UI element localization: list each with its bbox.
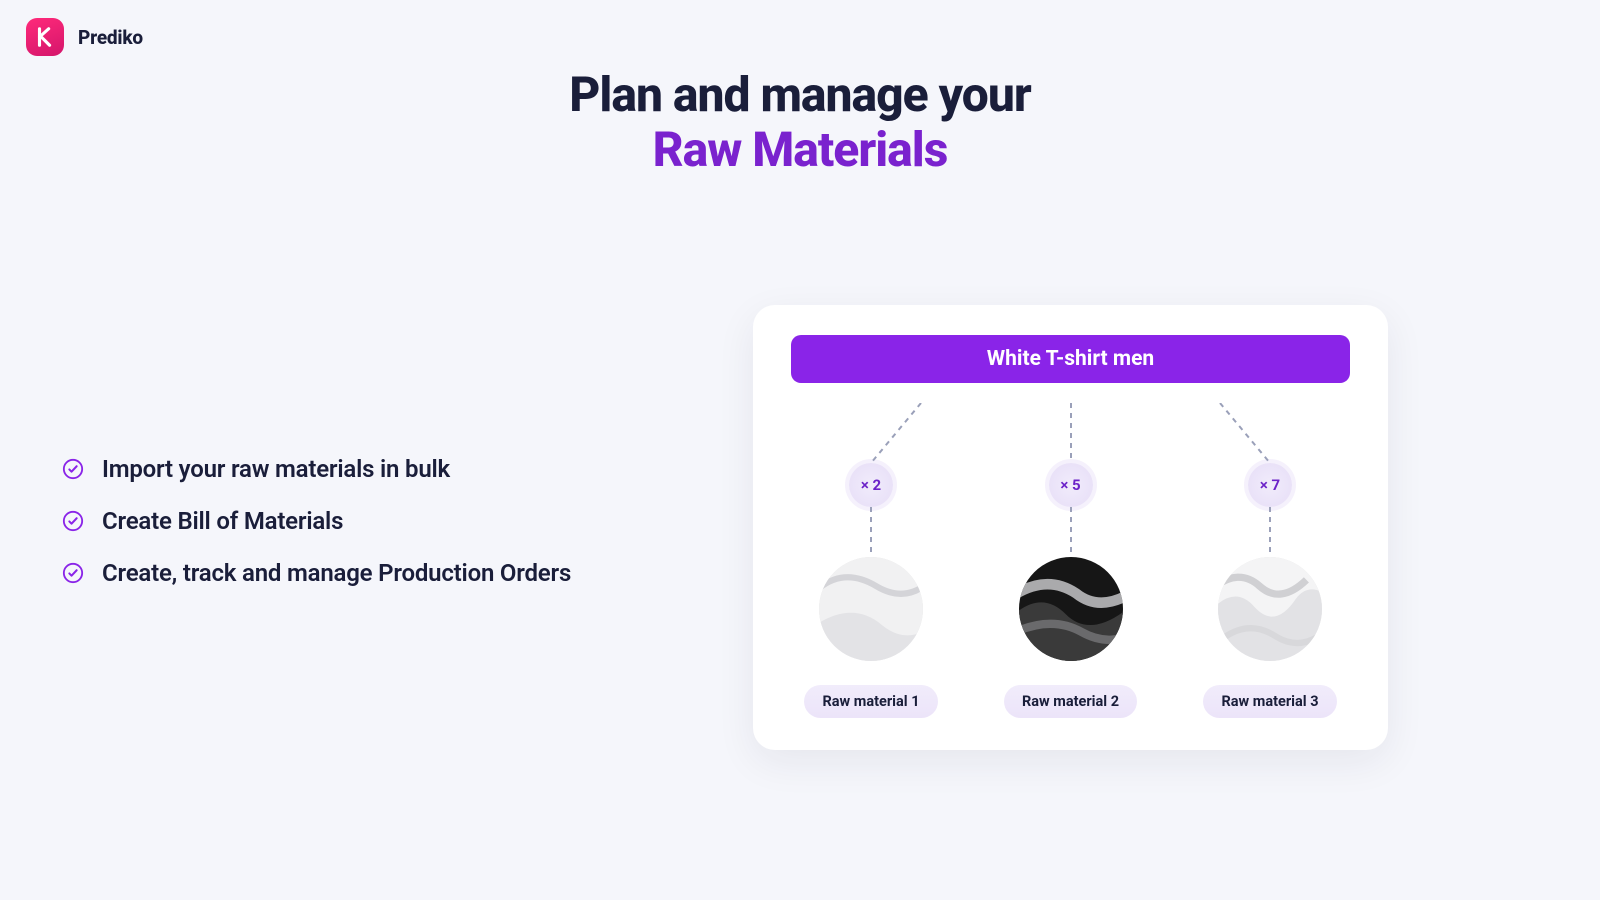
headline-line1: Plan and manage your: [0, 66, 1600, 123]
bom-card: White T-shirt men × 2 Raw material 1: [753, 305, 1388, 750]
feature-item: Import your raw materials in bulk: [62, 455, 571, 483]
connector-line-icon: [991, 403, 1151, 463]
check-circle-icon: [62, 510, 84, 532]
material-column: × 2 Raw material 1: [791, 403, 951, 718]
brand-name: Prediko: [78, 26, 143, 49]
headline-line2: Raw Materials: [0, 121, 1600, 178]
material-column: × 7 Raw material 3: [1190, 403, 1350, 718]
brand-logo-icon: [26, 18, 64, 56]
connector-line-icon: [1269, 507, 1271, 557]
connector-line-icon: [1190, 403, 1350, 463]
feature-text: Create, track and manage Production Orde…: [102, 559, 571, 587]
quantity-badge: × 2: [849, 463, 893, 507]
material-image: [1218, 557, 1322, 661]
material-image: [1019, 557, 1123, 661]
connector-line-icon: [1070, 507, 1072, 557]
material-column: × 5 Raw material 2: [991, 403, 1151, 718]
materials-row: × 2 Raw material 1 × 5: [791, 403, 1350, 718]
product-chip: White T-shirt men: [791, 335, 1350, 383]
connector-line-icon: [791, 403, 951, 463]
brand: Prediko: [26, 18, 143, 56]
feature-text: Create Bill of Materials: [102, 507, 343, 535]
check-circle-icon: [62, 458, 84, 480]
quantity-badge: × 5: [1049, 463, 1093, 507]
feature-list: Import your raw materials in bulk Create…: [62, 455, 571, 611]
feature-item: Create Bill of Materials: [62, 507, 571, 535]
feature-text: Import your raw materials in bulk: [102, 455, 450, 483]
connector-line-icon: [870, 507, 872, 557]
material-label: Raw material 2: [1004, 685, 1137, 718]
feature-item: Create, track and manage Production Orde…: [62, 559, 571, 587]
material-image: [819, 557, 923, 661]
page-headline: Plan and manage your Raw Materials: [0, 66, 1600, 178]
quantity-badge: × 7: [1248, 463, 1292, 507]
material-label: Raw material 1: [804, 685, 937, 718]
material-label: Raw material 3: [1203, 685, 1336, 718]
check-circle-icon: [62, 562, 84, 584]
